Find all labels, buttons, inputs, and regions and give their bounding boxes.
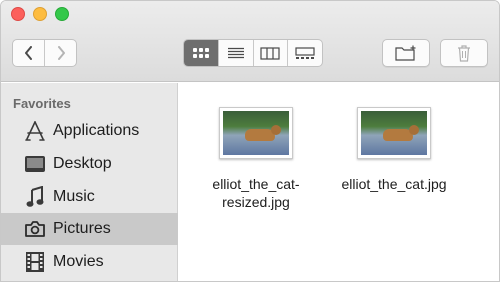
list-icon [227, 47, 244, 58]
sidebar-item-label: Music [53, 188, 95, 205]
sidebar-item-applications[interactable]: Applications [1, 115, 178, 147]
list-view-button[interactable] [217, 40, 253, 66]
columns-icon [260, 46, 280, 60]
grid-icon [192, 48, 209, 58]
icon-view-button[interactable] [184, 40, 218, 66]
file-item[interactable]: elliot_the_cat.jpg [329, 107, 459, 193]
zoom-button[interactable] [55, 7, 69, 21]
sidebar-item-music[interactable]: Music [1, 181, 178, 213]
file-name: elliot_the_cat.jpg [341, 176, 447, 192]
chevron-right-icon [57, 46, 65, 60]
film-icon [21, 250, 49, 274]
gallery-icon [295, 46, 315, 59]
toolbar [1, 1, 499, 82]
sidebar-item-label: Desktop [53, 155, 112, 172]
sidebar-item-label: Pictures [53, 220, 111, 237]
camera-icon [21, 217, 49, 241]
sidebar-heading: Favorites [13, 96, 71, 111]
view-mode-selector [183, 39, 323, 67]
gallery-view-button[interactable] [287, 40, 322, 66]
new-folder-button[interactable] [382, 39, 430, 67]
trash-icon [458, 44, 470, 62]
sidebar-item-pictures[interactable]: Pictures [1, 213, 178, 245]
sidebar-item-label: Applications [53, 122, 140, 139]
image-thumbnail-icon [219, 107, 293, 159]
trash-button[interactable] [440, 39, 488, 67]
sidebar: Favorites Applications Desktop Music Pic… [1, 83, 178, 281]
music-note-icon [21, 185, 49, 209]
minimize-button[interactable] [33, 7, 47, 21]
back-button[interactable] [13, 40, 44, 66]
file-item[interactable]: elliot_the_cat-resized.jpg [191, 107, 321, 211]
sidebar-item-desktop[interactable]: Desktop [1, 148, 178, 180]
forward-button[interactable] [44, 40, 76, 66]
close-button[interactable] [11, 7, 25, 21]
desktop-icon [21, 152, 49, 176]
image-thumbnail-icon [357, 107, 431, 159]
new-folder-icon [395, 45, 416, 61]
file-name: elliot_the_cat-resized.jpg [212, 176, 300, 210]
chevron-left-icon [24, 46, 32, 60]
file-browser: elliot_the_cat-resized.jpg elliot_the_ca… [179, 83, 499, 281]
applications-icon [21, 119, 49, 143]
column-view-button[interactable] [252, 40, 288, 66]
finder-window: Favorites Applications Desktop Music Pic… [0, 0, 500, 282]
sidebar-item-label: Movies [53, 253, 104, 270]
window-controls [11, 7, 69, 21]
navigation-buttons [12, 39, 77, 67]
sidebar-item-movies[interactable]: Movies [1, 246, 178, 278]
